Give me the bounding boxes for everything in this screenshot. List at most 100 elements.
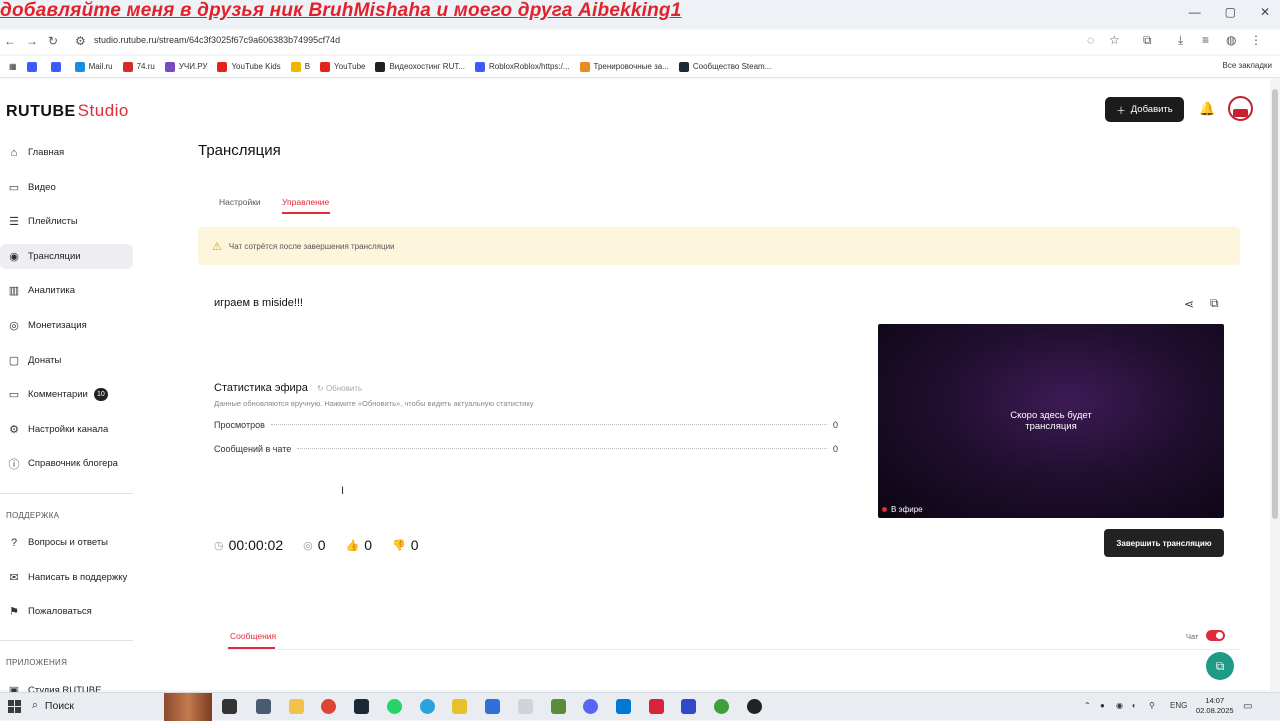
rutube-logo[interactable]: RUTUBE Studio <box>6 101 129 121</box>
eye-off-icon[interactable]: ◌ <box>1087 33 1094 47</box>
extensions-icon[interactable]: ⧉ <box>1143 33 1152 48</box>
bookmark-0[interactable]: Mail.ru <box>70 61 118 72</box>
close-window-button[interactable]: ✕ <box>1260 5 1270 19</box>
steam-icon[interactable] <box>354 699 369 714</box>
volume-icon[interactable]: ◖ <box>1131 701 1136 710</box>
store-icon[interactable] <box>256 699 271 714</box>
stat-row-views: Просмотров 0 <box>214 420 838 430</box>
download-icon[interactable]: ⤓ <box>1178 33 1183 48</box>
bookmark-favicon-icon <box>678 61 689 72</box>
tab-messages[interactable]: Сообщения <box>230 631 276 641</box>
notifications-icon[interactable]: ▭ <box>1243 701 1252 712</box>
bookmark-7[interactable]: RobloxRoblox/https:/... <box>470 61 574 72</box>
obs-icon[interactable] <box>747 699 762 714</box>
bookmark-icon-a[interactable] <box>22 61 46 72</box>
sidebar-item-label: Видео <box>28 181 56 193</box>
tray-app-icon[interactable]: ◉ <box>1116 701 1123 710</box>
sidebar-item-1[interactable]: ▭ Видео <box>0 175 133 200</box>
menu-icon[interactable]: ⋮ <box>1250 33 1262 47</box>
sidebar-item-label: Настройки канала <box>28 423 109 435</box>
bookmark-9[interactable]: Сообщество Steam... <box>674 61 776 72</box>
windows-start-icon[interactable] <box>8 700 21 713</box>
back-icon[interactable]: ← <box>4 34 16 48</box>
page-scrollbar[interactable] <box>1270 79 1280 690</box>
sidebar-item-7[interactable]: ▭ Комментарии 10 <box>0 382 133 407</box>
whatsapp-icon[interactable] <box>387 699 402 714</box>
reload-icon[interactable]: ↻ <box>48 34 58 48</box>
refresh-button[interactable]: ↻ Обновить <box>317 384 362 393</box>
site-info-icon[interactable]: ⚙ <box>75 34 86 48</box>
bookmark-1[interactable]: 74.ru <box>118 61 160 72</box>
task-view-icon[interactable] <box>222 699 237 714</box>
notifications-bell-icon[interactable]: 🔔 <box>1199 101 1215 117</box>
chrome-icon[interactable] <box>321 699 336 714</box>
wildberries-icon[interactable] <box>649 699 664 714</box>
sidebar-item-8[interactable]: ⚙ Настройки канала <box>0 417 133 442</box>
sidebar-item-2[interactable]: ☰ Плейлисты <box>0 209 133 234</box>
stats-hint: Данные обновляются вручную. Нажмите «Обн… <box>214 399 534 408</box>
stream-title: играем в miside!!! <box>214 297 303 309</box>
tray-chevron-icon[interactable]: ⌃ <box>1084 701 1091 710</box>
search-icon: ⌕ <box>32 699 38 711</box>
bookmark-4[interactable]: В <box>286 61 315 72</box>
star-icon[interactable]: ☆ <box>1109 33 1120 47</box>
apps-grid-icon[interactable]: ▦ <box>4 62 22 71</box>
sidebar-item-3[interactable]: ◉ Трансляции <box>0 243 133 269</box>
media-icon[interactable]: ≡ <box>1202 33 1209 47</box>
sidebar-item-0[interactable]: ? Вопросы и ответы <box>0 530 133 555</box>
support-chat-button[interactable]: ⧉ <box>1206 652 1234 680</box>
chat-toggle-label: Чат <box>1186 632 1199 641</box>
bookmark-2[interactable]: УЧИ.РУ <box>160 61 213 72</box>
app-icon-y[interactable] <box>452 699 467 714</box>
sidebar-item-0[interactable]: ⌂ Главная <box>0 140 133 165</box>
forward-icon[interactable]: → <box>26 34 38 48</box>
sidebar-item-1[interactable]: ✉ Написать в поддержку <box>0 565 133 590</box>
tab-settings[interactable]: Настройки <box>219 197 261 207</box>
sidebar-item-4[interactable]: ▥ Аналитика <box>0 278 133 303</box>
all-bookmarks[interactable]: Все закладки <box>1223 61 1272 70</box>
taskbar-widget[interactable] <box>164 693 212 721</box>
profile-icon[interactable]: ◍ <box>1226 33 1236 47</box>
scrollbar-thumb[interactable] <box>1272 89 1278 519</box>
bookmark-8[interactable]: Тренировочные за... <box>575 61 674 72</box>
end-stream-button[interactable]: Завершить трансляцию <box>1104 529 1224 557</box>
windows-taskbar: ⌕ Поиск ⌃ ● ◉ ◖ ⚲ ENG 14:07 02.08.2025 ▭ <box>0 692 1280 721</box>
sidebar-item-5[interactable]: ◎ Монетизация <box>0 313 133 338</box>
app-icon-dark-blue[interactable] <box>681 699 696 714</box>
utorrent-icon[interactable] <box>714 699 729 714</box>
open-external-icon[interactable]: ⧉ <box>1210 296 1219 311</box>
bookmark-icon-b[interactable] <box>46 61 70 72</box>
minecraft-icon[interactable] <box>551 699 566 714</box>
maximize-button[interactable]: ▢ <box>1225 5 1236 19</box>
minimize-button[interactable]: — <box>1189 5 1201 19</box>
explorer-icon[interactable] <box>289 699 304 714</box>
bookmark-5[interactable]: YouTube <box>315 61 370 72</box>
address-input[interactable]: studio.rutube.ru/stream/64c3f3025f67c9a6… <box>94 35 340 45</box>
network-icon[interactable]: ⚲ <box>1149 701 1155 710</box>
language-indicator[interactable]: ENG <box>1170 701 1187 710</box>
stream-player[interactable]: Скоро здесь будет трансляция В эфире <box>878 324 1224 518</box>
stream-card: играем в miside!!! ⋖ ⧉ Статистика эфира … <box>198 281 1240 573</box>
telegram-icon[interactable] <box>420 699 435 714</box>
mic-icon[interactable]: ● <box>1100 701 1105 710</box>
tab-management[interactable]: Управление <box>282 197 329 207</box>
app-icon-blank[interactable] <box>518 699 533 714</box>
bookmark-6[interactable]: Видеохостинг RUT... <box>370 61 470 72</box>
shield-icon[interactable] <box>485 699 500 714</box>
taskbar-search[interactable]: ⌕ Поиск <box>32 699 74 712</box>
share-icon[interactable]: ⋖ <box>1184 297 1194 311</box>
bookmark-favicon-icon <box>290 61 301 72</box>
app-icon-blue[interactable] <box>616 699 631 714</box>
discord-icon[interactable] <box>583 699 598 714</box>
add-button[interactable]: ＋ Добавить <box>1105 97 1184 122</box>
chat-toggle[interactable] <box>1206 630 1225 641</box>
sidebar-item-2[interactable]: ⚑ Пожаловаться <box>0 599 133 624</box>
bookmark-3[interactable]: YouTube Kids <box>212 61 285 72</box>
bookmark-favicon-icon <box>320 61 331 72</box>
clock[interactable]: 14:07 02.08.2025 <box>1196 696 1234 716</box>
sidebar-item-9[interactable]: ⓘ Справочник блогера <box>0 451 133 476</box>
avatar[interactable] <box>1228 96 1253 121</box>
flag-icon: ⚑ <box>9 606 19 619</box>
sidebar-item-6[interactable]: ▢ Донаты <box>0 348 133 373</box>
sidebar-item-label: Монетизация <box>28 319 87 331</box>
